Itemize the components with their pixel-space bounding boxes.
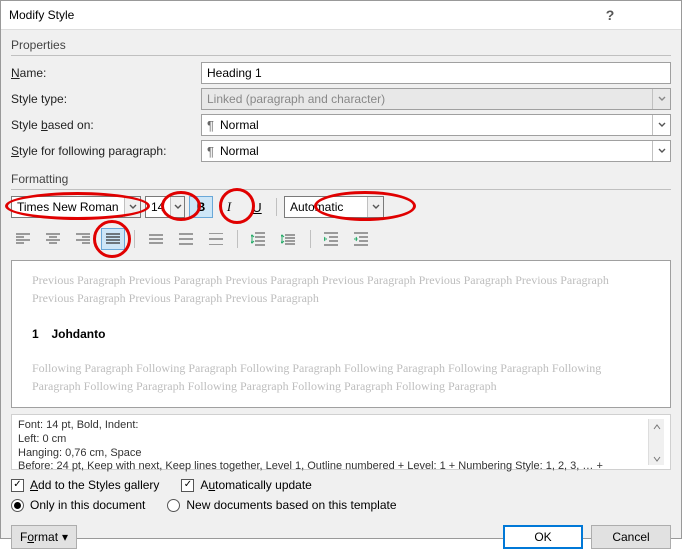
dialog-title: Modify Style [9,8,589,22]
format-button[interactable]: Format ▾ [11,525,77,549]
align-left-icon [16,233,30,245]
only-document-radio[interactable] [11,499,24,512]
indent-dec-button[interactable] [320,228,344,250]
bold-button[interactable]: B [189,196,213,218]
check-icon: ✓ [13,480,21,490]
help-icon: ? [606,7,615,23]
align-right-icon [76,233,90,245]
cancel-button[interactable]: Cancel [591,525,671,549]
preview-before: Previous Paragraph Previous Paragraph Pr… [32,271,650,307]
chevron-down-icon[interactable] [652,115,670,135]
pilcrow-icon: ¶ [207,144,214,159]
chevron-down-icon[interactable] [652,141,670,161]
spacing-icon [209,233,223,245]
separator [134,230,135,248]
preview-box: Previous Paragraph Previous Paragraph Pr… [11,260,671,408]
italic-icon: I [227,199,231,215]
separator [237,230,238,248]
dropdown-arrow-icon: ▾ [62,530,68,544]
preview-after: Following Paragraph Following Paragraph … [32,359,650,395]
based-label: Style based on: [11,118,201,132]
type-value: Linked (paragraph and character) [207,92,385,106]
preview-heading: 1 Johdanto [32,323,650,343]
separator [276,198,277,216]
font-color-combo[interactable]: Automatic [284,196,384,218]
divider [11,55,671,56]
align-center-button[interactable] [41,228,65,250]
based-value: Normal [220,118,259,132]
close-button[interactable] [631,1,673,29]
para-space-icon [251,232,267,246]
line-spacing-1.5-button[interactable] [174,228,198,250]
indent-inc-icon [354,232,370,246]
chevron-down-icon[interactable] [367,197,383,217]
add-gallery-label: Add to the Styles gallery [30,478,159,492]
line-spacing-1-button[interactable] [144,228,168,250]
align-right-button[interactable] [71,228,95,250]
separator [310,230,311,248]
scroll-down-icon[interactable] [653,451,661,465]
help-button[interactable]: ? [589,1,631,29]
chevron-down-icon[interactable] [124,197,140,217]
type-label: Style type: [11,92,201,106]
new-documents-label: New documents based on this template [186,498,396,512]
titlebar: Modify Style ? [1,1,681,30]
space-before-inc-button[interactable] [247,228,271,250]
radio-dot-icon [14,502,21,509]
spacing-icon [179,233,193,245]
follow-label: Style for following paragraph: [11,144,201,158]
name-label: Name: [11,66,201,80]
ok-button[interactable]: OK [503,525,583,549]
line-spacing-2-button[interactable] [204,228,228,250]
only-document-label: Only in this document [30,498,145,512]
add-gallery-checkbox[interactable]: ✓ [11,479,24,492]
properties-label: Properties [11,38,671,52]
auto-update-label: Automatically update [200,478,311,492]
chevron-down-icon [652,89,670,109]
underline-icon: U [252,200,261,215]
align-left-button[interactable] [11,228,35,250]
space-before-dec-button[interactable] [277,228,301,250]
align-justify-icon [106,233,120,245]
underline-button[interactable]: U [245,196,269,218]
indent-inc-button[interactable] [350,228,374,250]
font-size-combo[interactable]: 14 [145,196,185,218]
follow-combo[interactable]: ¶ Normal [201,140,671,162]
divider [11,189,671,190]
check-icon: ✓ [184,480,192,490]
align-justify-button[interactable] [101,228,125,250]
bold-icon: B [197,200,206,214]
based-combo[interactable]: ¶ Normal [201,114,671,136]
format-label: Format [20,530,58,544]
new-documents-radio[interactable] [167,499,180,512]
scrollbar[interactable] [648,419,664,465]
para-space-icon [281,232,297,246]
font-family-value: Times New Roman [17,200,119,214]
font-family-combo[interactable]: Times New Roman [11,196,141,218]
spacing-icon [149,233,163,245]
auto-update-checkbox[interactable]: ✓ [181,479,194,492]
name-input[interactable] [201,62,671,84]
font-size-value: 14 [151,200,164,214]
description-box: Font: 14 pt, Bold, Indent: Left: 0 cm Ha… [11,414,671,470]
scroll-up-icon[interactable] [653,419,661,433]
align-center-icon [46,233,60,245]
pilcrow-icon: ¶ [207,118,214,133]
follow-value: Normal [220,144,259,158]
font-color-value: Automatic [290,200,343,214]
description-text: Font: 14 pt, Bold, Indent: Left: 0 cm Ha… [18,419,648,465]
type-combo: Linked (paragraph and character) [201,88,671,110]
italic-button[interactable]: I [217,196,241,218]
chevron-down-icon[interactable] [170,197,184,217]
formatting-label: Formatting [11,172,671,186]
indent-dec-icon [324,232,340,246]
